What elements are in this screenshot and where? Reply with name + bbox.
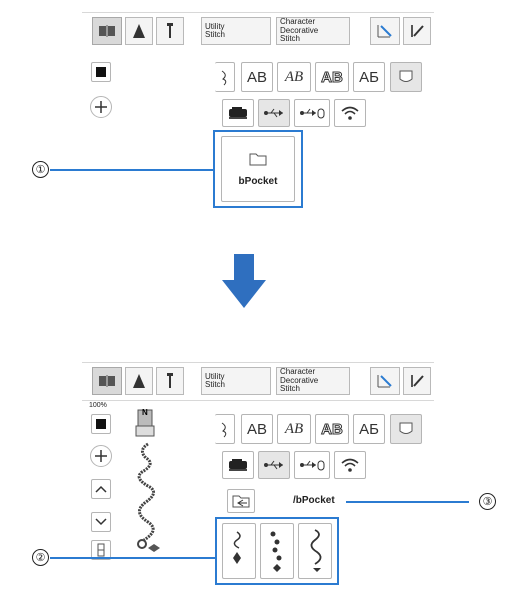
pocket-tab-button[interactable] bbox=[390, 414, 422, 444]
pocket-tab-button[interactable] bbox=[390, 62, 422, 92]
presser-foot-label: N bbox=[142, 408, 148, 417]
stitch-preview-pattern bbox=[137, 442, 160, 552]
utility-stitch-tab[interactable]: Utility Stitch bbox=[201, 17, 271, 45]
thread-cone-button[interactable] bbox=[125, 367, 153, 395]
font-script-button[interactable]: AB bbox=[277, 414, 311, 444]
usb-port-button[interactable] bbox=[258, 99, 290, 127]
sewing-machine-icon bbox=[229, 459, 247, 471]
square-icon bbox=[96, 419, 106, 429]
font-cyrillic-button[interactable]: AБ bbox=[353, 62, 385, 92]
callout-one-line bbox=[50, 169, 215, 171]
wifi-icon bbox=[341, 458, 359, 472]
font-outline-button[interactable]: AB bbox=[315, 414, 349, 444]
wireless-button[interactable] bbox=[334, 99, 366, 127]
presser-foot-preview: N bbox=[134, 408, 156, 438]
partial-font-button[interactable] bbox=[215, 414, 235, 444]
plus-icon bbox=[95, 101, 107, 113]
thread-cone-icon bbox=[133, 374, 145, 388]
font-outline-button[interactable]: AB bbox=[315, 62, 349, 92]
bottom-toolbar: Utility Stitch Character Decorative Stit… bbox=[82, 362, 434, 401]
machine-memory-button[interactable] bbox=[222, 451, 254, 479]
usb-icon bbox=[264, 108, 283, 118]
pocket-folder-button[interactable]: bPocket bbox=[221, 136, 295, 202]
down-arrow-icon bbox=[222, 254, 266, 308]
character-decorative-stitch-tab[interactable]: Character Decorative Stitch bbox=[276, 17, 350, 45]
chevron-up-icon bbox=[95, 485, 107, 493]
edit-pencil-button[interactable] bbox=[370, 17, 400, 45]
stitch-pattern-card[interactable] bbox=[222, 523, 256, 579]
callout-two-line bbox=[50, 557, 217, 559]
callout-three-line bbox=[346, 501, 469, 503]
machine-memory-button[interactable] bbox=[222, 99, 254, 127]
usb-icon bbox=[264, 460, 283, 470]
edit-end-button[interactable] bbox=[403, 367, 431, 395]
script-glyph-icon bbox=[221, 70, 226, 86]
folder-path: /bPocket bbox=[293, 495, 335, 506]
script-glyph-icon bbox=[221, 422, 226, 438]
usb-mouse-port-button[interactable] bbox=[294, 99, 330, 127]
decorative-stitch-icon bbox=[270, 531, 282, 572]
decorative-stitch-icon bbox=[310, 529, 322, 572]
edit-pencil-icon bbox=[377, 375, 392, 388]
pocket-folder-label: bPocket bbox=[238, 175, 278, 187]
embroidery-book-button[interactable] bbox=[92, 17, 122, 45]
thread-cone-button[interactable] bbox=[125, 17, 153, 45]
wireless-button[interactable] bbox=[334, 451, 366, 479]
usb-mouse-icon bbox=[300, 460, 325, 471]
usb-mouse-icon bbox=[300, 108, 325, 119]
utility-stitch-tab[interactable]: Utility Stitch bbox=[201, 367, 271, 395]
zoom-level: 100% bbox=[89, 402, 107, 409]
pocket-icon bbox=[399, 70, 413, 82]
needle-button[interactable] bbox=[156, 367, 184, 395]
scroll-up-button[interactable] bbox=[91, 479, 111, 499]
plus-icon bbox=[95, 450, 107, 462]
top-toolbar: Utility Stitch Character Decorative Stit… bbox=[82, 12, 434, 51]
pocket-icon bbox=[399, 422, 413, 434]
font-gothic-button[interactable]: AB bbox=[241, 62, 273, 92]
thread-color-button[interactable] bbox=[91, 62, 111, 82]
usb-mouse-port-button[interactable] bbox=[294, 451, 330, 479]
embroidery-book-button[interactable] bbox=[92, 367, 122, 395]
square-icon bbox=[96, 67, 106, 77]
sewing-machine-icon bbox=[229, 107, 247, 119]
decorative-stitch-icon bbox=[233, 531, 241, 564]
usb-port-button[interactable] bbox=[258, 451, 290, 479]
edit-end-button[interactable] bbox=[403, 17, 431, 45]
font-cyrillic-button[interactable]: AБ bbox=[353, 414, 385, 444]
callout-two-marker: ② bbox=[32, 549, 49, 566]
book-icon bbox=[99, 375, 115, 387]
character-decorative-stitch-tab[interactable]: Character Decorative Stitch bbox=[276, 367, 350, 395]
stitch-pattern-card[interactable] bbox=[298, 523, 332, 579]
thread-cone-icon bbox=[133, 24, 145, 38]
thread-color-button[interactable] bbox=[91, 414, 111, 434]
font-gothic-button[interactable]: AB bbox=[241, 414, 273, 444]
scroll-down-button[interactable] bbox=[91, 512, 111, 532]
font-script-button[interactable]: AB bbox=[277, 62, 311, 92]
folder-up-button[interactable] bbox=[227, 489, 255, 513]
needle-button[interactable] bbox=[156, 17, 184, 45]
callout-three-marker: ③ bbox=[479, 493, 496, 510]
partial-font-button[interactable] bbox=[215, 62, 235, 92]
wifi-icon bbox=[341, 106, 359, 120]
edit-pencil-button[interactable] bbox=[370, 367, 400, 395]
folder-icon bbox=[249, 153, 267, 165]
page-bar-icon bbox=[97, 543, 105, 557]
folder-back-icon bbox=[232, 495, 250, 508]
book-icon bbox=[99, 25, 115, 37]
chevron-down-icon bbox=[95, 518, 107, 526]
needle-icon bbox=[167, 373, 173, 388]
edit-end-icon bbox=[411, 375, 424, 387]
zoom-in-button[interactable] bbox=[90, 445, 112, 467]
callout-one-marker: ① bbox=[32, 161, 49, 178]
edit-pencil-icon bbox=[377, 25, 392, 38]
needle-icon bbox=[167, 23, 173, 38]
edit-end-icon bbox=[411, 25, 424, 37]
zoom-in-button[interactable] bbox=[90, 96, 112, 118]
stitch-pattern-card[interactable] bbox=[260, 523, 294, 579]
